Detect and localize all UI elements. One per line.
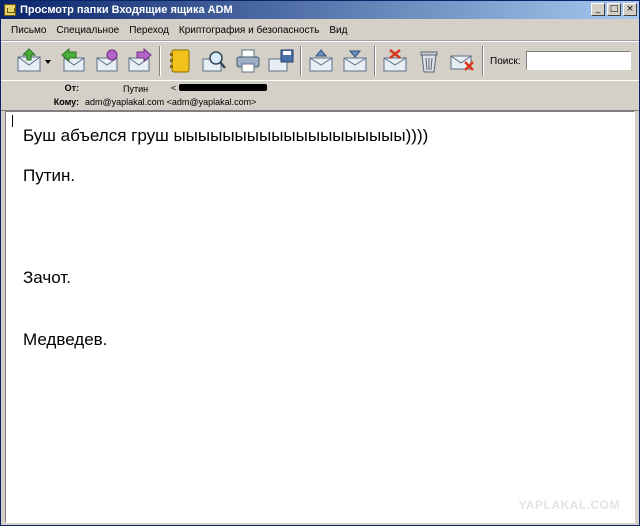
- forward-icon[interactable]: [126, 47, 154, 75]
- redacted-email: [179, 84, 267, 91]
- reply-icon[interactable]: [59, 47, 87, 75]
- message-body[interactable]: Буш абъелся груш ыыыыыыыыыыыыыыыыыыы))))…: [5, 111, 635, 523]
- menu-crypto[interactable]: Криптография и безопасность: [175, 25, 323, 36]
- search-label: Поиск:: [490, 56, 521, 67]
- menu-special[interactable]: Специальное: [52, 25, 123, 36]
- toolbar-separator: [300, 46, 302, 76]
- message-line-2: Путин.: [23, 166, 76, 185]
- menu-bar: Письмо Специальное Переход Криптография …: [1, 20, 639, 41]
- search-input[interactable]: [526, 51, 631, 70]
- get-mail-icon[interactable]: [15, 47, 43, 75]
- toolbar: Поиск:: [1, 41, 639, 81]
- to-value[interactable]: adm@yaplakal.com <adm@yaplakal.com>: [85, 97, 256, 107]
- message-header: От: Путин < Кому: adm@yaplakal.com <adm@…: [1, 80, 639, 111]
- trash-icon[interactable]: [415, 47, 443, 75]
- move-up-icon[interactable]: [307, 47, 335, 75]
- message-line-4: Медведев.: [23, 330, 108, 349]
- from-name[interactable]: Путин: [123, 84, 148, 94]
- menu-view[interactable]: Вид: [325, 25, 351, 36]
- toolbar-separator: [374, 46, 376, 76]
- minimize-button[interactable]: _: [591, 3, 605, 16]
- title-bar[interactable]: Просмотр папки Входящие ящика ADM _ □ ×: [1, 1, 639, 19]
- get-mail-dropdown-icon[interactable]: [45, 60, 51, 64]
- delete-icon[interactable]: [448, 47, 476, 75]
- message-line-1: Буш абъелся груш ыыыыыыыыыыыыыыыыыыы)))): [23, 126, 429, 145]
- window-controls: _ □ ×: [591, 3, 637, 16]
- toolbar-separator: [159, 46, 161, 76]
- toolbar-separator: [482, 46, 484, 76]
- message-line-3: Зачот.: [23, 268, 71, 287]
- menu-go[interactable]: Переход: [125, 25, 173, 36]
- folder-view-icon: [4, 4, 16, 16]
- reply-all-icon[interactable]: [93, 47, 121, 75]
- save-icon[interactable]: [267, 47, 295, 75]
- print-icon[interactable]: [234, 47, 262, 75]
- mail-window: Просмотр папки Входящие ящика ADM _ □ × …: [0, 0, 640, 526]
- mark-icon[interactable]: [381, 47, 409, 75]
- menu-letter[interactable]: Письмо: [7, 25, 50, 36]
- to-label: Кому:: [53, 97, 79, 107]
- close-button[interactable]: ×: [623, 3, 637, 16]
- text-caret: [12, 115, 13, 127]
- from-bracket: <: [171, 83, 177, 93]
- from-label: От:: [64, 83, 79, 93]
- watermark: YAPLAKAL.COM: [518, 498, 620, 512]
- address-book-icon[interactable]: [166, 47, 194, 75]
- move-down-icon[interactable]: [341, 47, 369, 75]
- window-title: Просмотр папки Входящие ящика ADM: [20, 4, 233, 16]
- find-icon[interactable]: [200, 47, 228, 75]
- maximize-button[interactable]: □: [607, 3, 621, 16]
